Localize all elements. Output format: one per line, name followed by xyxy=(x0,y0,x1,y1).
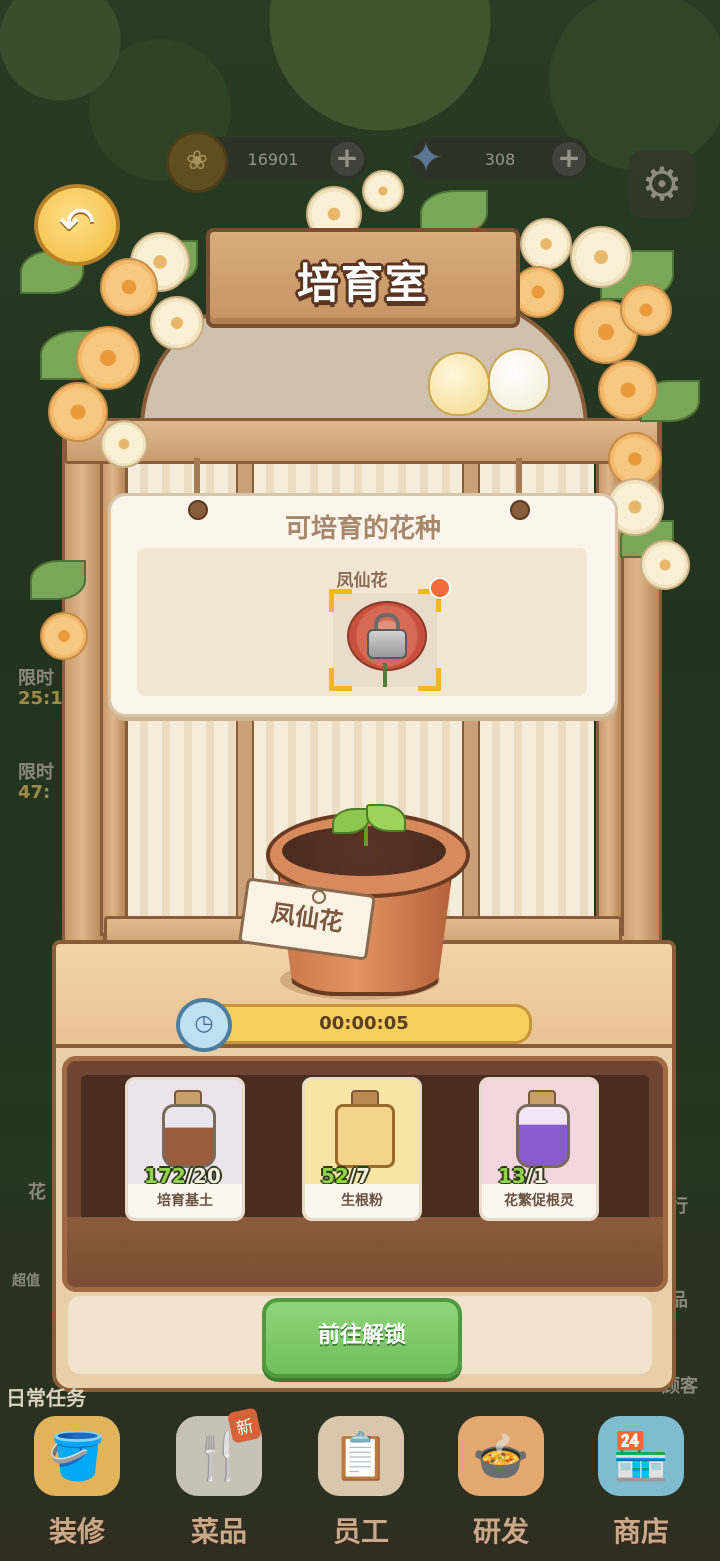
flower xyxy=(598,360,658,420)
item-label: 培育基土 xyxy=(128,1184,242,1218)
pot-icon: 🍲 xyxy=(458,1416,544,1496)
flower xyxy=(40,612,88,660)
daily-tasks-label[interactable]: 日常任务 xyxy=(6,1382,86,1411)
nav-label: 菜品 xyxy=(190,1515,247,1548)
clipboard-icon: 📋 xyxy=(318,1416,404,1496)
selection-corner xyxy=(329,589,352,612)
alarm-clock-icon: ◷ xyxy=(176,998,232,1052)
nail xyxy=(188,500,208,520)
item-label: 花繁促根灵 xyxy=(482,1184,596,1218)
flower xyxy=(76,326,140,390)
growth-timer: 00:00:05 xyxy=(196,1004,532,1044)
bird xyxy=(428,352,490,416)
flower xyxy=(520,218,572,270)
flower xyxy=(640,540,690,590)
add-coins-button[interactable]: + xyxy=(330,142,364,176)
selection-corner xyxy=(329,668,352,691)
nav-item-research[interactable]: 🍲 研发 xyxy=(446,1410,556,1550)
coin-value: 16901 xyxy=(247,149,299,169)
seed-card[interactable] xyxy=(329,589,441,691)
item-label: 生根粉 xyxy=(305,1184,419,1218)
nav-item-shop[interactable]: 🏪 商店 xyxy=(586,1410,696,1550)
leaf xyxy=(30,560,86,600)
material-item-root-booster[interactable]: 13/1 花繁促根灵 xyxy=(479,1077,599,1221)
flower xyxy=(100,420,148,468)
material-item-rooting-powder[interactable]: 52/7 生根粉 xyxy=(302,1077,422,1221)
nail xyxy=(510,500,530,520)
star-gem-icon: ✦ xyxy=(408,133,444,182)
flower xyxy=(100,258,158,316)
side-label: 超值 xyxy=(12,1273,40,1289)
nav-item-dishes[interactable]: 🍴 新 菜品 xyxy=(164,1407,274,1550)
flower xyxy=(570,226,632,288)
gem-counter: ✦ 308 + xyxy=(408,133,590,182)
nav-item-decorate[interactable]: 🪣 装修 xyxy=(22,1410,132,1550)
nav-label: 员工 xyxy=(332,1515,389,1548)
flower xyxy=(48,382,108,442)
timer-text: 00:00:05 xyxy=(319,1013,409,1034)
potion-bottle-icon xyxy=(516,1104,570,1168)
paw-coin-icon: ❀ xyxy=(166,131,228,193)
seed-list: 凤仙花 xyxy=(137,548,587,696)
side-label: 限时 xyxy=(18,668,54,689)
selection-corner xyxy=(418,668,441,691)
material-item-soil[interactable]: 172/20 培育基土 xyxy=(125,1077,245,1221)
nav-label: 装修 xyxy=(48,1515,105,1548)
gem-value: 308 xyxy=(484,149,516,169)
seed-name: 凤仙花 xyxy=(336,571,388,591)
tag-hole xyxy=(312,890,326,904)
shop-icon: 🏪 xyxy=(598,1416,684,1496)
jar-icon xyxy=(335,1104,395,1168)
nav-label: 商店 xyxy=(612,1515,669,1548)
top-beam xyxy=(64,418,660,464)
coin-counter: ❀ 16901 + xyxy=(166,131,368,193)
side-label: 限时 xyxy=(18,762,54,783)
soil-bottle-icon xyxy=(162,1104,216,1168)
seed-panel: 可培育的花种 凤仙花 xyxy=(108,493,618,717)
sprout-icon xyxy=(364,826,368,846)
flower xyxy=(362,170,404,212)
back-button[interactable]: ↶ xyxy=(34,184,120,266)
new-badge: 新 xyxy=(227,1407,262,1444)
flower xyxy=(620,284,672,336)
gear-icon[interactable]: ⚙ xyxy=(628,150,696,218)
nav-item-staff[interactable]: 📋 员工 xyxy=(306,1410,416,1550)
nav-label: 研发 xyxy=(472,1515,529,1548)
side-label: 花 xyxy=(28,1182,46,1203)
panel-title: 可培育的花种 xyxy=(284,514,441,544)
bird xyxy=(488,348,550,412)
lock-icon xyxy=(367,613,407,659)
add-gems-button[interactable]: + xyxy=(552,142,586,176)
title-sign: 培育室 xyxy=(206,228,520,328)
flower-stem xyxy=(383,663,387,687)
notification-dot xyxy=(429,577,451,599)
side-timer: 47: xyxy=(18,782,51,803)
back-arrow-icon: ↶ xyxy=(58,198,96,249)
flower xyxy=(150,296,204,350)
go-unlock-button[interactable]: 前往解锁 xyxy=(262,1298,462,1378)
paint-bucket-icon: 🪣 xyxy=(34,1416,120,1496)
page-title: 培育室 xyxy=(296,259,429,308)
